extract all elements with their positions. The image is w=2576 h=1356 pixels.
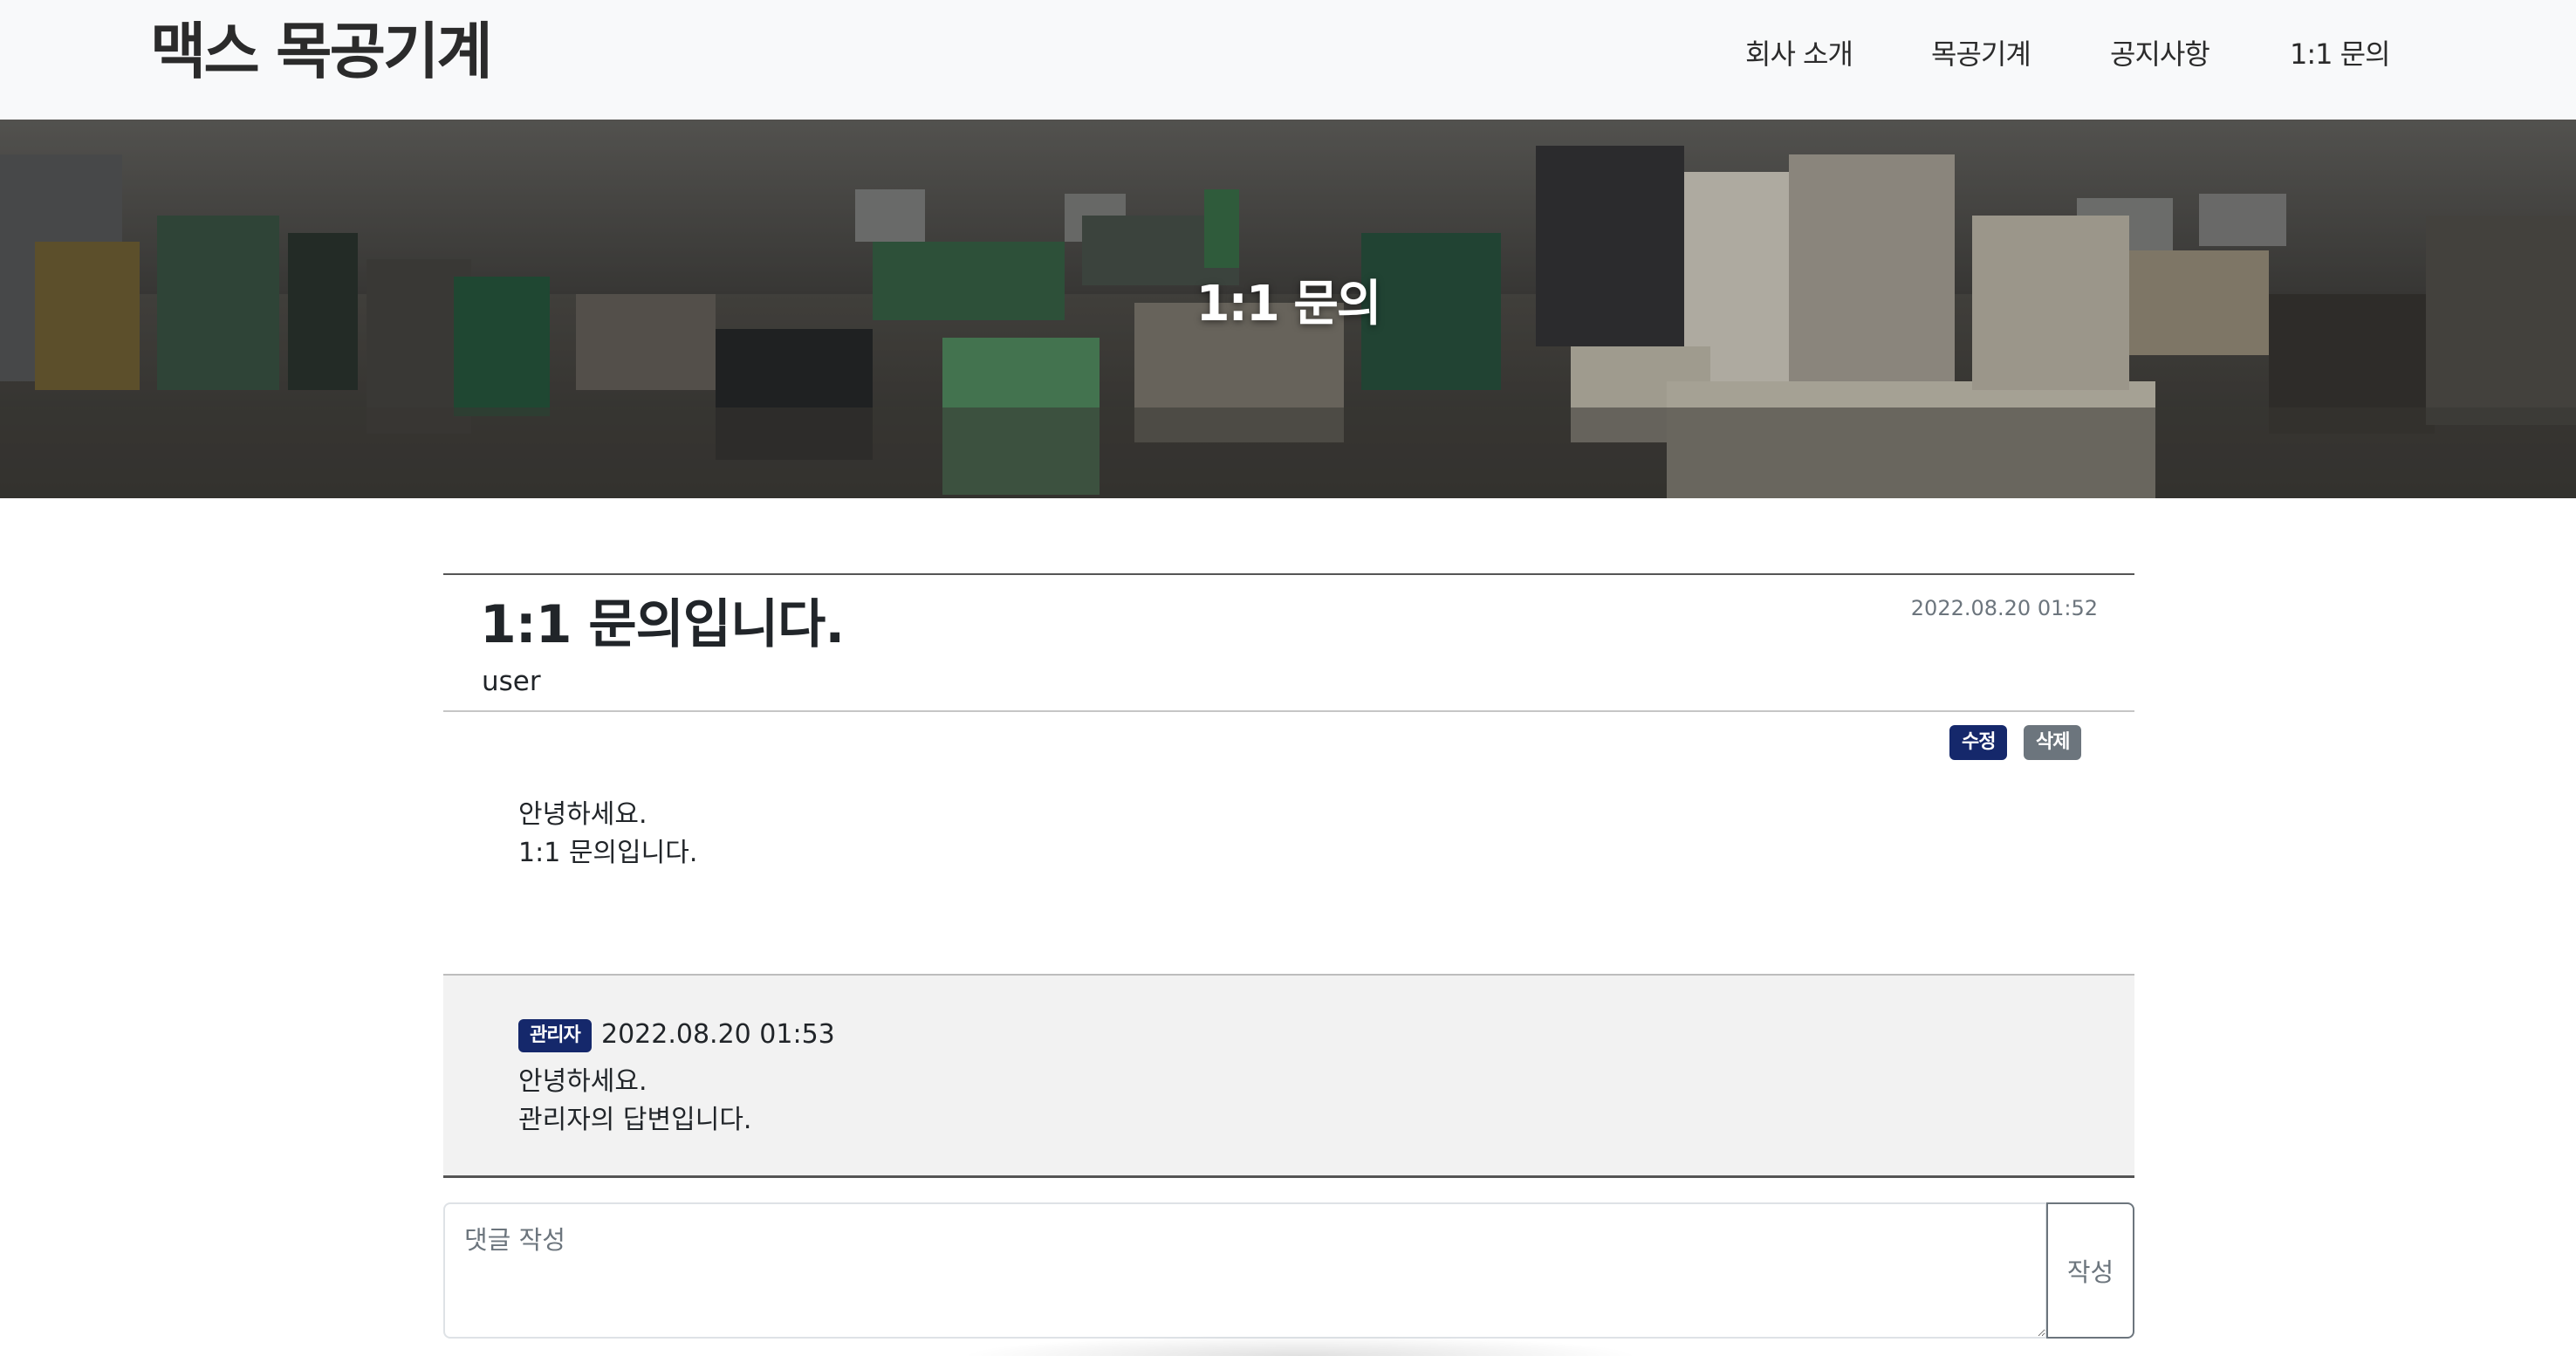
bottom-shadow: [960, 1335, 1641, 1356]
delete-button[interactable]: 삭제: [2024, 725, 2082, 760]
comment-input[interactable]: [443, 1202, 2047, 1339]
post-date: 2022.08.20 01:52: [1910, 596, 2098, 620]
reply-body: 안녕하세요. 관리자의 답변입니다.: [518, 1063, 751, 1140]
edit-button[interactable]: 수정: [1949, 725, 2008, 760]
admin-badge: 관리자: [518, 1019, 592, 1052]
comment-submit-button[interactable]: 작성: [2046, 1202, 2134, 1339]
reply-body-line: 관리자의 답변입니다.: [518, 1105, 752, 1135]
post-body: 안녕하세요. 1:1 문의입니다.: [518, 796, 2002, 873]
hero-title: 1:1 문의: [1196, 276, 1382, 332]
post-title: 1:1 문의입니다.: [480, 594, 845, 655]
main-nav: 회사 소개 목공기계 공지사항 1:1 문의: [0, 31, 2576, 77]
nav-item-machines[interactable]: 목공기계: [1931, 31, 2031, 77]
reply-date: 2022.08.20 01:53: [601, 1019, 835, 1050]
nav-item-notice[interactable]: 공지사항: [2110, 31, 2210, 77]
nav-item-about[interactable]: 회사 소개: [1745, 31, 1853, 77]
reply-body-line: 안녕하세요.: [518, 1066, 647, 1097]
site-header: 맥스 목공기계 회사 소개 목공기계 공지사항 1:1 문의: [0, 0, 2576, 120]
nav-item-inquiry[interactable]: 1:1 문의: [2290, 31, 2391, 77]
hero-banner: 1:1 문의: [0, 120, 2576, 498]
post-body-line: 1:1 문의입니다.: [518, 838, 698, 868]
admin-reply: 관리자 2022.08.20 01:53 안녕하세요. 관리자의 답변입니다.: [443, 974, 2134, 1178]
post-header: 1:1 문의입니다. user 2022.08.20 01:52: [443, 573, 2134, 712]
post-author: user: [482, 666, 541, 697]
post-body-line: 안녕하세요.: [518, 799, 647, 830]
